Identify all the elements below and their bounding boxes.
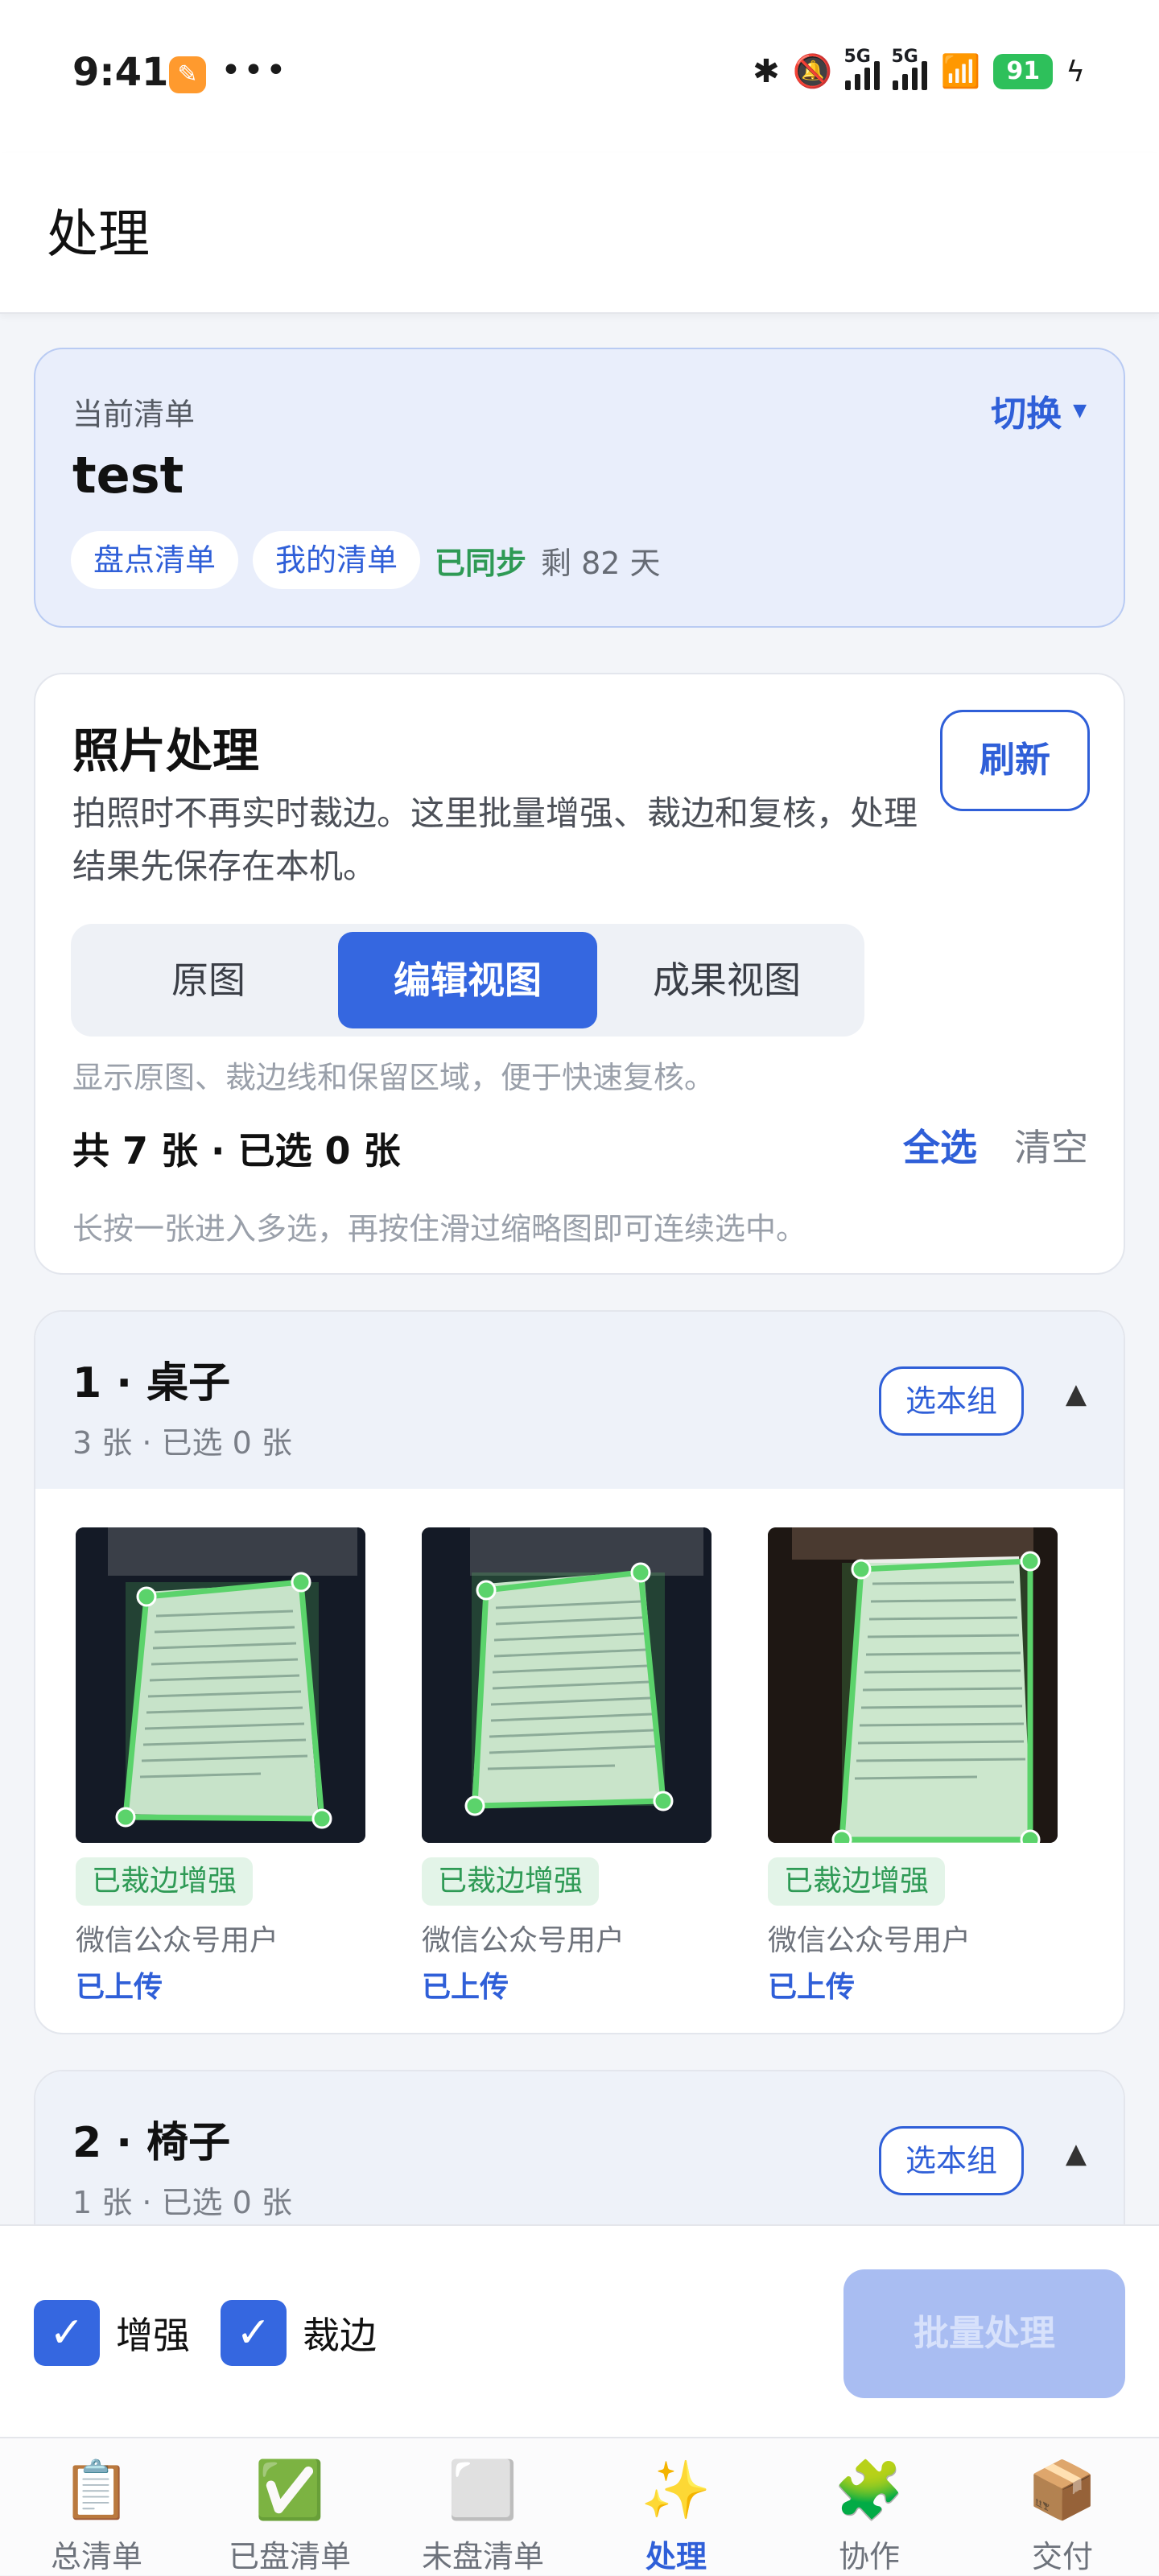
mute-bell-icon: 🔕 — [792, 53, 833, 90]
uploader-name: 微信公众号用户 — [422, 1924, 625, 1957]
photo-thumbnail[interactable]: 已裁边增强 微信公众号用户 已上传 — [76, 1527, 365, 2005]
more-notifications-icon: ••• — [221, 50, 288, 91]
tab-collaborate[interactable]: 🧩 协作 — [773, 2438, 966, 2575]
checkmark-icon: ✓ — [221, 2300, 287, 2366]
sync-status: 已同步 — [435, 545, 527, 581]
puzzle-icon: 🧩 — [834, 2457, 905, 2523]
document-photo[interactable] — [422, 1527, 711, 1843]
tab-deliver[interactable]: 📦 交付 — [966, 2438, 1159, 2575]
tab-original[interactable]: 原图 — [79, 932, 338, 1028]
caret-down-icon: ▼ — [1073, 400, 1087, 421]
group-title: 2 · 椅子 — [72, 2119, 231, 2167]
photo-thumbnail[interactable]: 已裁边增强 微信公众号用户 已上传 — [422, 1527, 711, 2005]
bluetooth-icon: ✱ — [753, 53, 780, 90]
select-group-button[interactable]: 选本组 — [879, 2126, 1024, 2195]
tab-label: 总清单 — [50, 2539, 142, 2574]
upload-status: 已上传 — [422, 1971, 509, 2004]
empty-square-icon: ⬜ — [448, 2457, 518, 2523]
upload-status: 已上传 — [76, 1971, 163, 2004]
tab-label: 协作 — [838, 2539, 900, 2574]
signal-5g-icon-1: 5G — [843, 47, 881, 90]
charging-icon: ϟ — [1066, 55, 1085, 89]
batch-action-bar: ✓ 增强 ✓ 裁边 批量处理 — [0, 2224, 1159, 2437]
status-icons: ✱ 🔕 5G 5G 📶 91 ϟ — [753, 47, 1085, 92]
group-header: 2 · 椅子 1 张 · 已选 0 张 选本组 ▲ — [35, 2071, 1124, 2248]
batch-process-button[interactable]: 批量处理 — [843, 2269, 1125, 2398]
battery-icon: 91 — [993, 54, 1054, 89]
photo-processing-card: 照片处理 刷新 拍照时不再实时裁边。这里批量增强、裁边和复核，处理结果先保存在本… — [34, 673, 1125, 1275]
remaining-days: 剩 82 天 — [541, 545, 661, 581]
switch-label: 切换 — [991, 394, 1062, 435]
tab-label: 未盘清单 — [421, 2539, 544, 2574]
status-time: 9:41 — [72, 50, 169, 95]
refresh-button[interactable]: 刷新 — [940, 710, 1090, 811]
uploader-name: 微信公众号用户 — [76, 1924, 279, 1957]
status-badge: 已裁边增强 — [768, 1857, 946, 1906]
tab-counted-list[interactable]: ✅ 已盘清单 — [193, 2438, 386, 2575]
group-subtitle: 1 张 · 已选 0 张 — [72, 2185, 292, 2220]
enhance-label: 增强 — [116, 2314, 190, 2357]
multi-select-hint: 长按一张进入多选，再按住滑过缩略图即可连续选中。 — [72, 1211, 807, 1247]
tab-label: 处理 — [645, 2539, 707, 2574]
status-badge: 已裁边增强 — [76, 1857, 254, 1906]
status-bar: 9:41 ✎ ••• ✱ 🔕 5G 5G 📶 91 ϟ — [0, 0, 1159, 153]
tag-inventory-list: 盘点清单 — [71, 531, 239, 589]
photo-processing-description: 拍照时不再实时裁边。这里批量增强、裁边和复核，处理结果先保存在本机。 — [72, 793, 918, 886]
uploader-name: 微信公众号用户 — [768, 1924, 971, 1957]
photo-count: 共 7 张 · 已选 0 张 — [72, 1129, 401, 1173]
tag-my-list: 我的清单 — [253, 531, 421, 589]
bottom-tab-bar: 📋 总清单 ✅ 已盘清单 ⬜ 未盘清单 ✨ 处理 🧩 协作 📦 交付 — [0, 2437, 1159, 2575]
crop-checkbox[interactable]: ✓ 裁边 — [221, 2300, 377, 2366]
switch-list-button[interactable]: 切换 ▼ — [991, 385, 1087, 436]
status-badge: 已裁边增强 — [422, 1857, 600, 1906]
package-icon: 📦 — [1027, 2457, 1098, 2523]
current-list-card: 当前清单 切换 ▼ test 盘点清单 我的清单 已同步 剩 82 天 — [34, 348, 1125, 628]
collapse-icon[interactable]: ▲ — [1066, 1378, 1087, 1410]
current-list-name: test — [72, 446, 184, 505]
collapse-icon[interactable]: ▲ — [1066, 2137, 1087, 2170]
photo-processing-title: 照片处理 — [72, 723, 260, 778]
clipboard-icon: 📋 — [61, 2457, 132, 2523]
tab-edit-view[interactable]: 编辑视图 — [338, 932, 597, 1028]
tab-label: 交付 — [1031, 2539, 1093, 2574]
clear-selection-button[interactable]: 清空 — [1014, 1119, 1088, 1172]
group-subtitle: 3 张 · 已选 0 张 — [72, 1425, 292, 1461]
page-title: 处理 — [47, 205, 150, 265]
wifi-icon: 📶 — [940, 53, 981, 90]
signal-5g-icon-2: 5G — [891, 47, 928, 90]
group-card-table: 1 · 桌子 3 张 · 已选 0 张 选本组 ▲ 已裁边增强 微信公众号用户 … — [34, 1310, 1125, 2034]
select-group-button[interactable]: 选本组 — [879, 1366, 1024, 1436]
enhance-checkbox[interactable]: ✓ 增强 — [34, 2300, 190, 2366]
crop-label: 裁边 — [303, 2314, 377, 2357]
view-mode-segmented-control: 原图 编辑视图 成果视图 — [71, 924, 864, 1037]
checkmark-icon: ✓ — [34, 2300, 100, 2366]
document-photo[interactable] — [768, 1527, 1058, 1843]
notification-app-icon: ✎ — [169, 56, 206, 93]
tab-label: 已盘清单 — [228, 2539, 351, 2574]
photo-grid: 已裁边增强 微信公众号用户 已上传 已裁边增强 微信公众号用户 已上传 已裁边增… — [76, 1527, 1058, 2005]
tab-process[interactable]: ✨ 处理 — [580, 2438, 773, 2575]
sparkles-icon: ✨ — [641, 2457, 711, 2523]
tab-result-view[interactable]: 成果视图 — [597, 932, 856, 1028]
tab-uncounted-list[interactable]: ⬜ 未盘清单 — [386, 2438, 580, 2575]
upload-status: 已上传 — [768, 1971, 856, 2004]
tab-all-list[interactable]: 📋 总清单 — [0, 2438, 193, 2575]
page-header: 处理 — [0, 153, 1159, 314]
view-hint: 显示原图、裁边线和保留区域，便于快速复核。 — [72, 1060, 716, 1095]
list-tags: 盘点清单 我的清单 已同步 剩 82 天 — [71, 531, 661, 589]
document-photo[interactable] — [76, 1527, 365, 1843]
group-title: 1 · 桌子 — [72, 1359, 231, 1408]
select-all-button[interactable]: 全选 — [903, 1119, 977, 1172]
group-header: 1 · 桌子 3 张 · 已选 0 张 选本组 ▲ — [35, 1312, 1124, 1489]
photo-thumbnail[interactable]: 已裁边增强 微信公众号用户 已上传 — [768, 1527, 1058, 2005]
check-mark-icon: ✅ — [254, 2457, 325, 2523]
current-list-label: 当前清单 — [72, 397, 196, 432]
